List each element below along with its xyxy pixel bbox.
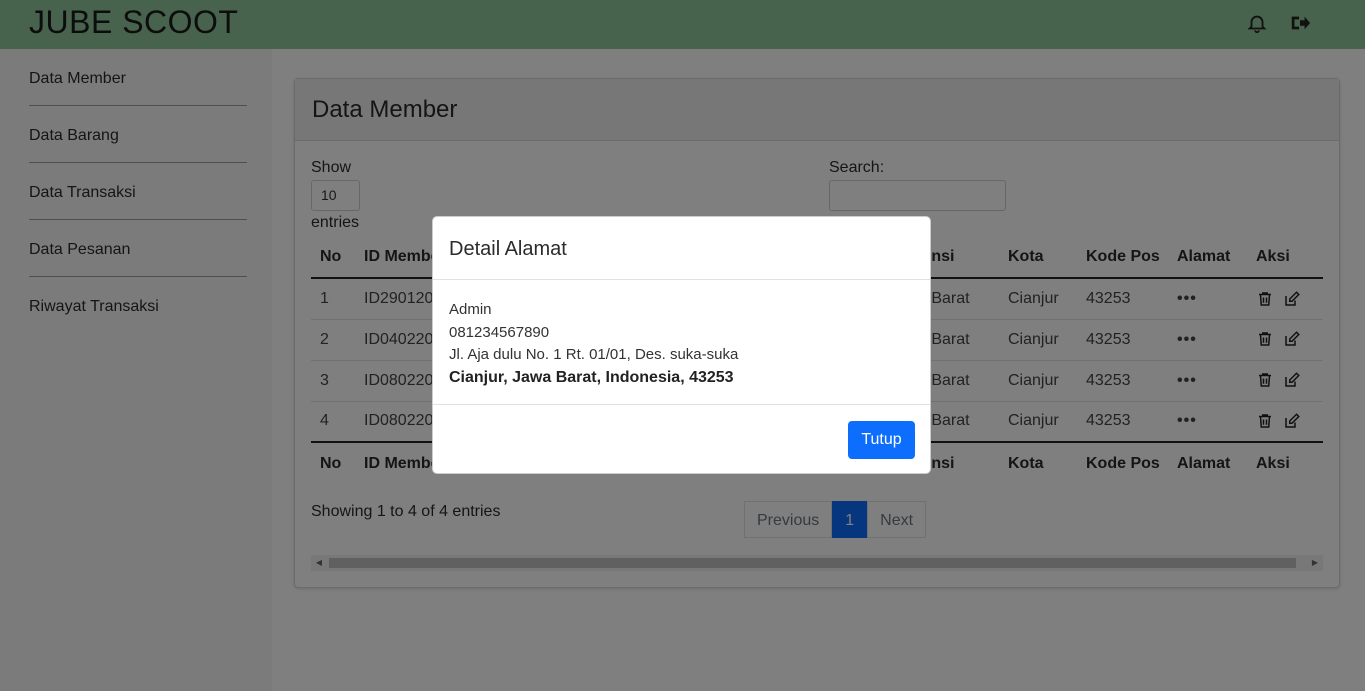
address-region: Cianjur, Jawa Barat, Indonesia, 43253 — [449, 368, 734, 386]
close-button[interactable]: Tutup — [848, 421, 915, 459]
modal-title: Detail Alamat — [449, 238, 567, 260]
modal-header: Detail Alamat — [433, 217, 930, 280]
modal-footer: Tutup — [433, 404, 930, 473]
address-phone: 081234567890 — [449, 323, 550, 341]
modal-body: Admin 081234567890 Jl. Aja dulu No. 1 Rt… — [449, 299, 919, 389]
address-name: Admin — [449, 301, 492, 318]
detail-alamat-modal: Detail Alamat Admin 081234567890 Jl. Aja… — [432, 216, 931, 474]
address-street: Jl. Aja dulu No. 1 Rt. 01/01, Des. suka-… — [449, 346, 739, 363]
